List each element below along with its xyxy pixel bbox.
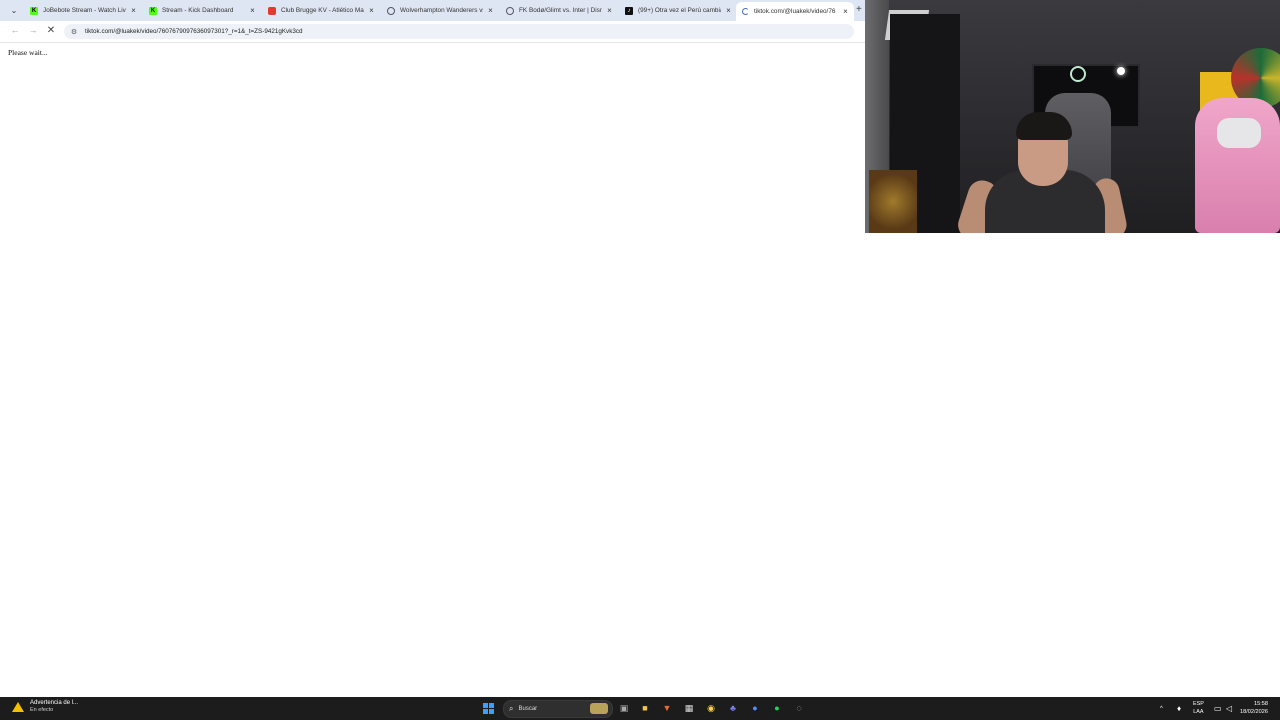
tab-jobebote-stream[interactable]: K JoBebote Stream - Watch Live ×: [24, 2, 142, 19]
brave-browser-icon[interactable]: ▼: [660, 701, 674, 715]
tab-title: FK Bodø/Glimt vs. Inter | Disnc: [519, 7, 602, 14]
security-notification[interactable]: Advertencia de l... En efecto: [12, 700, 78, 714]
close-tab-icon[interactable]: ×: [605, 6, 614, 15]
lamp-light: [1117, 67, 1125, 75]
webcam-overlay: [865, 0, 1280, 233]
clock-time: 15:58: [1254, 701, 1268, 707]
globe-icon: [506, 6, 514, 15]
tab-title: Stream - Kick Dashboard: [162, 7, 234, 14]
tab-bodo-glimt[interactable]: FK Bodø/Glimt vs. Inter | Disnc ×: [500, 2, 618, 19]
close-tab-icon[interactable]: ×: [367, 6, 376, 15]
keyboard-layout: LAA: [1193, 709, 1204, 715]
file-explorer-icon[interactable]: ■: [638, 701, 652, 715]
red-site-icon: [268, 6, 276, 15]
notification-title: Advertencia de l...: [30, 700, 79, 706]
search-highlight-image: [590, 703, 608, 714]
search-icon: ⌕: [509, 704, 514, 713]
streamer-hair: [1016, 112, 1072, 140]
spotify-icon[interactable]: ●: [770, 701, 784, 715]
calendar-app-icon[interactable]: ▦: [682, 701, 696, 715]
back-arrow-icon[interactable]: ←: [9, 25, 21, 35]
notification-text: Advertencia de l... En efecto: [30, 700, 78, 714]
input-language[interactable]: ESP LAA: [1193, 700, 1204, 716]
close-tab-icon[interactable]: ×: [724, 6, 733, 15]
system-clock[interactable]: 15:58 18/02/2026: [1240, 700, 1268, 716]
browser-toolbar: ← → ✕ ⚙ tiktok.com/@luakek/video/7607679…: [0, 21, 865, 43]
microphone-icon[interactable]: ♦: [1177, 697, 1181, 720]
language-code: ESP: [1193, 701, 1204, 707]
taskbar-search-box[interactable]: ⌕ Buscar: [503, 700, 613, 718]
forward-arrow-icon[interactable]: →: [27, 25, 39, 35]
search-placeholder: Buscar: [518, 706, 538, 712]
tab-title: Wolverhampton Wanderers vs: [400, 7, 483, 14]
close-tab-icon[interactable]: ×: [129, 6, 138, 15]
tiktok-icon: ♪: [625, 6, 633, 15]
page-viewport: Please wait...: [0, 43, 865, 693]
tab-title: Club Brugge KV - Atlético Mad: [281, 7, 364, 14]
chrome-icon[interactable]: ◉: [704, 701, 718, 715]
windows-taskbar: Advertencia de l... En efecto ⌕ Buscar ▣…: [0, 697, 1280, 720]
tab-title: tiktok.com/@luakek/video/76: [754, 8, 836, 15]
tab-tiktok-video-active[interactable]: tiktok.com/@luakek/video/76 ×: [736, 2, 854, 21]
stop-loading-icon[interactable]: ✕: [45, 25, 57, 36]
volume-icon[interactable]: ◁: [1226, 697, 1232, 720]
windows-start-icon[interactable]: [482, 702, 494, 714]
clock-date: 18/02/2026: [1240, 709, 1268, 715]
loading-spinner-icon: [742, 8, 749, 15]
tab-strip: ⌄ K JoBebote Stream - Watch Live × K Str…: [0, 0, 865, 21]
close-tab-icon[interactable]: ×: [841, 7, 850, 16]
kick-icon: K: [30, 6, 38, 15]
url-text[interactable]: tiktok.com/@luakek/video/760767909763609…: [85, 28, 303, 35]
show-hidden-icons[interactable]: ^: [1160, 697, 1163, 720]
globe-icon: [387, 6, 395, 15]
tab-title: (99+) Otra vez el Perú cambia d: [638, 7, 721, 14]
teams-icon[interactable]: ♣: [726, 701, 740, 715]
app-icon[interactable]: ◌: [792, 701, 806, 715]
messenger-icon[interactable]: ●: [748, 701, 762, 715]
warning-icon: [12, 702, 24, 712]
kick-icon: K: [149, 6, 157, 15]
tab-wolverhampton[interactable]: Wolverhampton Wanderers vs ×: [381, 2, 499, 19]
close-tab-icon[interactable]: ×: [248, 6, 257, 15]
ring-light: [1070, 66, 1086, 82]
gold-decoration: [869, 170, 917, 233]
notification-subtitle: En efecto: [30, 707, 54, 713]
please-wait-text: Please wait...: [8, 48, 48, 57]
task-view-icon[interactable]: ▣: [617, 701, 631, 715]
tab-kick-dashboard[interactable]: K Stream - Kick Dashboard ×: [143, 2, 261, 19]
tab-search-menu-icon[interactable]: ⌄: [6, 3, 22, 17]
address-bar[interactable]: ⚙ tiktok.com/@luakek/video/7607679097636…: [64, 24, 854, 39]
tab-club-brugge[interactable]: Club Brugge KV - Atlético Mad ×: [262, 2, 380, 19]
close-tab-icon[interactable]: ×: [486, 6, 495, 15]
site-info-icon[interactable]: ⚙: [69, 28, 79, 36]
tab-title: JoBebote Stream - Watch Live: [43, 7, 126, 14]
pink-chair-pillow: [1217, 118, 1261, 148]
new-tab-plus-icon[interactable]: +: [856, 4, 862, 15]
tab-tiktok-peru[interactable]: ♪ (99+) Otra vez el Perú cambia d ×: [619, 2, 737, 19]
network-icon[interactable]: ▭: [1214, 697, 1222, 720]
